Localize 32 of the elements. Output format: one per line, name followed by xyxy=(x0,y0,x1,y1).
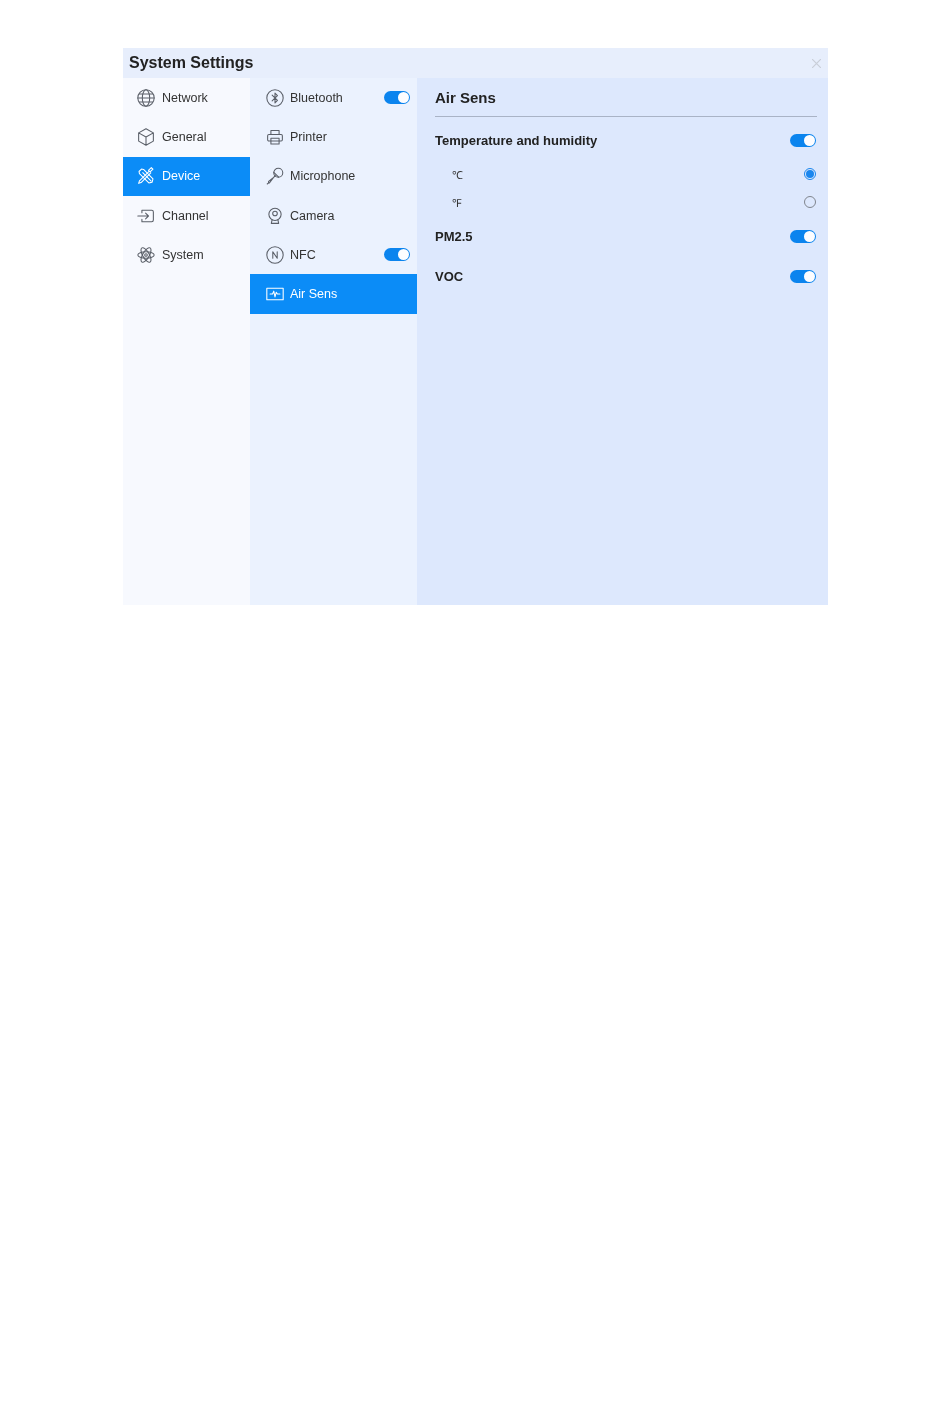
toggle-switch[interactable] xyxy=(790,229,816,243)
submenu-item[interactable]: Printer xyxy=(250,117,417,157)
cube-icon xyxy=(137,127,155,146)
sidebar-item[interactable]: Channel xyxy=(123,195,250,236)
toggle-switch[interactable] xyxy=(384,91,410,105)
close-icon xyxy=(812,58,821,68)
nfc-icon xyxy=(266,245,284,264)
toggle-switch[interactable] xyxy=(790,269,816,283)
unit-label: ℃ xyxy=(452,167,463,182)
submenu-item[interactable]: Camera xyxy=(250,195,417,236)
window-title: System Settings xyxy=(129,54,254,72)
sidebar-item[interactable]: System xyxy=(123,235,250,275)
bluetooth-icon xyxy=(266,88,284,107)
printer-icon xyxy=(266,127,284,146)
sidebar-item[interactable]: Network xyxy=(123,78,250,118)
toggle-switch[interactable] xyxy=(790,133,816,147)
submenu-item[interactable]: Bluetooth xyxy=(250,78,417,118)
webcam-icon xyxy=(266,206,284,225)
submenu-item[interactable]: Microphone xyxy=(250,156,417,196)
radio-button[interactable] xyxy=(804,168,816,180)
setting-label: Temperature and humidity xyxy=(435,132,598,148)
atom-icon xyxy=(137,245,155,264)
unit-label: ℉ xyxy=(452,195,462,210)
tools-icon xyxy=(137,167,155,186)
microphone-icon xyxy=(266,167,284,186)
panel-title: Air Sens xyxy=(435,88,496,106)
setting-label: PM2.5 xyxy=(435,228,473,244)
setting-label: VOC xyxy=(435,268,464,284)
globe-icon xyxy=(137,88,155,107)
sidebar-item[interactable]: General xyxy=(123,117,250,157)
toggle-switch[interactable] xyxy=(384,248,410,262)
submenu-item[interactable]: NFC xyxy=(250,235,417,275)
